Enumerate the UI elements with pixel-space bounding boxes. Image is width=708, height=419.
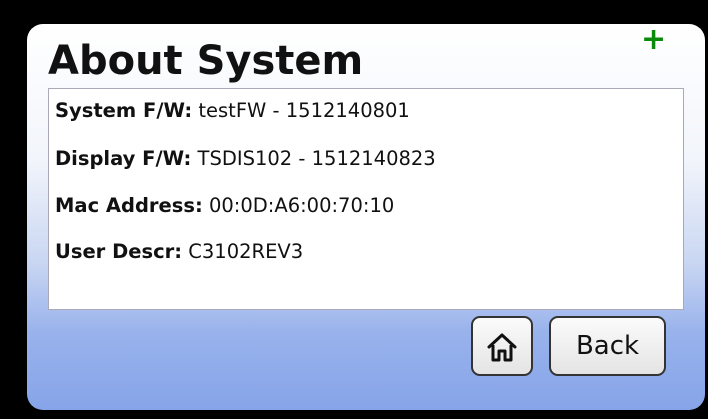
mac-address-value: 00:0D:A6:00:70:10 <box>208 194 395 217</box>
back-button[interactable]: Back <box>549 316 666 376</box>
mac-address-label: Mac Address: <box>55 194 203 217</box>
system-fw-label: System F/W: <box>55 99 193 122</box>
system-info-box: System F/W: testFW - 1512140801 Display … <box>48 88 684 310</box>
display-fw-row: Display F/W: TSDIS102 - 1512140823 <box>55 147 436 170</box>
system-fw-row: System F/W: testFW - 1512140801 <box>55 99 410 122</box>
page-title: About System <box>48 38 364 84</box>
plus-icon[interactable]: + <box>641 25 666 55</box>
display-fw-label: Display F/W: <box>55 147 192 170</box>
system-fw-value: testFW - 1512140801 <box>198 99 410 122</box>
user-descr-row: User Descr: C3102REV3 <box>55 240 303 263</box>
home-button[interactable] <box>471 316 533 376</box>
home-icon <box>487 333 517 362</box>
user-descr-label: User Descr: <box>55 240 183 263</box>
user-descr-value: C3102REV3 <box>188 240 304 263</box>
display-fw-value: TSDIS102 - 1512140823 <box>197 147 436 170</box>
mac-address-row: Mac Address: 00:0D:A6:00:70:10 <box>55 194 394 217</box>
